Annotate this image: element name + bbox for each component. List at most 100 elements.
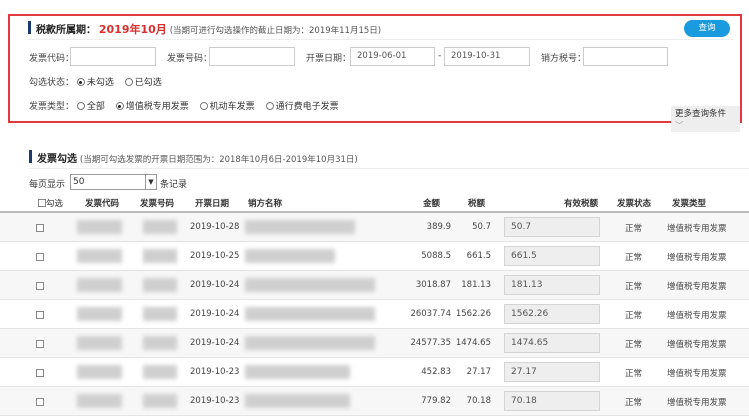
effective-tax-input[interactable]: 70.18: [504, 391, 600, 411]
effective-tax-input[interactable]: 181.13: [504, 275, 600, 295]
row-checkbox[interactable]: [36, 224, 44, 232]
issue-date: 2019-10-25: [190, 251, 240, 261]
invoice-code-label: 发票代码：: [29, 54, 75, 64]
seller-name-redacted: [245, 278, 375, 292]
table-row[interactable]: 2019-10-28 389.9 50.7 50.7 正常 增值税专用发票: [0, 213, 749, 242]
amount: 26037.74: [410, 309, 451, 319]
tax: 1474.65: [455, 338, 491, 348]
column-header: 销方名称: [248, 199, 283, 209]
page-size-select[interactable]: 50 ▼: [70, 174, 157, 190]
radio-type-vat-special[interactable]: 增值税专用发票: [115, 102, 189, 112]
invoice-number-redacted: [143, 336, 177, 350]
table-row[interactable]: 2019-10-23 452.83 27.17 27.17 正常 增值税专用发票: [0, 358, 749, 387]
column-header: 发票代码: [85, 199, 120, 209]
column-header: 金额: [423, 199, 441, 209]
date-to-input[interactable]: 2019-10-31: [444, 47, 530, 66]
effective-tax-input[interactable]: 1474.65: [504, 333, 600, 353]
invoice-number-redacted: [143, 278, 177, 292]
amount: 389.9: [426, 222, 451, 232]
tax-period-label: 税款所属期：: [36, 25, 96, 36]
invoice-type: 增值税专用发票: [667, 253, 727, 263]
row-checkbox[interactable]: [36, 398, 44, 406]
radio-icon: [265, 102, 274, 110]
amount: 5088.5: [421, 251, 451, 261]
divider: [29, 168, 749, 169]
invoice-type: 增值税专用发票: [667, 398, 727, 408]
section-marker: [29, 150, 32, 163]
radio-icon: [76, 102, 85, 110]
page-size-suffix: 条记录: [160, 180, 188, 190]
issue-date: 2019-10-28: [190, 222, 240, 232]
select-all-checkbox[interactable]: 勾选: [38, 197, 63, 209]
invoice-status: 正常: [625, 282, 643, 292]
column-header: 有效税额: [564, 199, 599, 209]
section-title: 发票勾选: [37, 154, 77, 165]
effective-tax-input[interactable]: 50.7: [504, 217, 600, 237]
table-row[interactable]: 2019-10-24 24577.35 1474.65 1474.65 正常 增…: [0, 329, 749, 358]
issue-date: 2019-10-24: [190, 338, 240, 348]
row-checkbox[interactable]: [36, 311, 44, 319]
column-header: 勾选: [46, 199, 64, 209]
tax-period-header: 税款所属期： 2019年10月 (当期可进行勾选操作的截止日期为：2019年11…: [36, 21, 381, 37]
date-from-input[interactable]: 2019-06-01: [350, 47, 435, 66]
row-checkbox[interactable]: [36, 282, 44, 290]
more-conditions-label: 更多查询条件: [675, 109, 727, 119]
effective-tax-input[interactable]: 661.5: [504, 246, 600, 266]
seller-tax-id-label: 销方税号：: [541, 54, 587, 64]
radio-checked-status[interactable]: 已勾选: [124, 78, 162, 88]
seller-name-redacted: [245, 336, 375, 350]
radio-icon: [199, 102, 208, 110]
invoice-type-group: 发票类型： 全部 增值税专用发票 机动车发票 通行费电子发票: [29, 99, 347, 112]
invoice-code-input[interactable]: [70, 47, 156, 66]
column-header: 发票状态: [617, 199, 652, 209]
range-note: (当期可勾选发票的开票日期范围为：2018年10月6日-2019年10月31日): [79, 155, 358, 165]
invoice-status: 正常: [625, 369, 643, 379]
tax: 70.18: [466, 396, 491, 406]
radio-icon: [124, 78, 133, 86]
invoice-code-redacted: [77, 249, 122, 263]
row-checkbox[interactable]: [36, 253, 44, 261]
invoice-type: 增值税专用发票: [667, 311, 727, 321]
table-header: 勾选 发票代码 发票号码 开票日期 销方名称 金额 税额 有效税额 发票状态 发…: [0, 197, 749, 213]
list-header: 发票勾选 (当期可勾选发票的开票日期范围为：2018年10月6日-2019年10…: [37, 150, 358, 165]
more-conditions-button[interactable]: 更多查询条件 ﹀: [671, 106, 740, 132]
effective-tax-input[interactable]: 1562.26: [504, 304, 600, 324]
page-size-value: 50: [73, 177, 85, 187]
seller-name-redacted: [245, 307, 375, 321]
radio-selected-icon: [76, 78, 85, 86]
query-panel: 税款所属期： 2019年10月 (当期可进行勾选操作的截止日期为：2019年11…: [8, 14, 742, 132]
invoice-code-redacted: [77, 307, 122, 321]
invoice-code-redacted: [77, 365, 122, 379]
invoice-status: 正常: [625, 311, 643, 321]
table-row[interactable]: 2019-10-24 3018.87 181.13 181.13 正常 增值税专…: [0, 271, 749, 300]
column-header: 开票日期: [195, 199, 230, 209]
column-header: 税额: [468, 199, 486, 209]
effective-tax-input[interactable]: 27.17: [504, 362, 600, 382]
check-status-group: 勾选状态： 未勾选 已勾选: [29, 75, 170, 88]
issue-date: 2019-10-23: [190, 367, 240, 377]
issue-date: 2019-10-24: [190, 280, 240, 290]
table-row[interactable]: 2019-10-24 26037.74 1562.26 1562.26 正常 增…: [0, 300, 749, 329]
invoice-code-redacted: [77, 394, 122, 408]
table-row[interactable]: 2019-10-25 5088.5 661.5 661.5 正常 增值税专用发票: [0, 242, 749, 271]
radio-label: 未勾选: [86, 78, 114, 88]
row-checkbox[interactable]: [36, 369, 44, 377]
seller-name-redacted: [245, 220, 355, 234]
table-row[interactable]: 2019-10-23 779.82 70.18 70.18 正常 增值税专用发票: [0, 387, 749, 416]
invoice-number-input[interactable]: [209, 47, 295, 66]
radio-unchecked-status[interactable]: 未勾选: [76, 78, 114, 88]
radio-type-all[interactable]: 全部: [76, 102, 105, 112]
row-checkbox[interactable]: [36, 340, 44, 348]
query-button[interactable]: 查询: [684, 20, 730, 37]
tax: 1562.26: [455, 309, 491, 319]
checkbox-icon: [38, 199, 46, 207]
invoice-code-redacted: [77, 278, 122, 292]
radio-selected-icon: [115, 102, 124, 110]
radio-type-motor-vehicle[interactable]: 机动车发票: [199, 102, 255, 112]
divider: [28, 39, 733, 40]
tax: 50.7: [472, 222, 491, 232]
seller-tax-id-input[interactable]: [583, 47, 668, 66]
radio-type-toll-electronic[interactable]: 通行费电子发票: [265, 102, 339, 112]
page-size-prefix: 每页显示: [29, 180, 66, 190]
invoice-type: 增值税专用发票: [667, 369, 727, 379]
